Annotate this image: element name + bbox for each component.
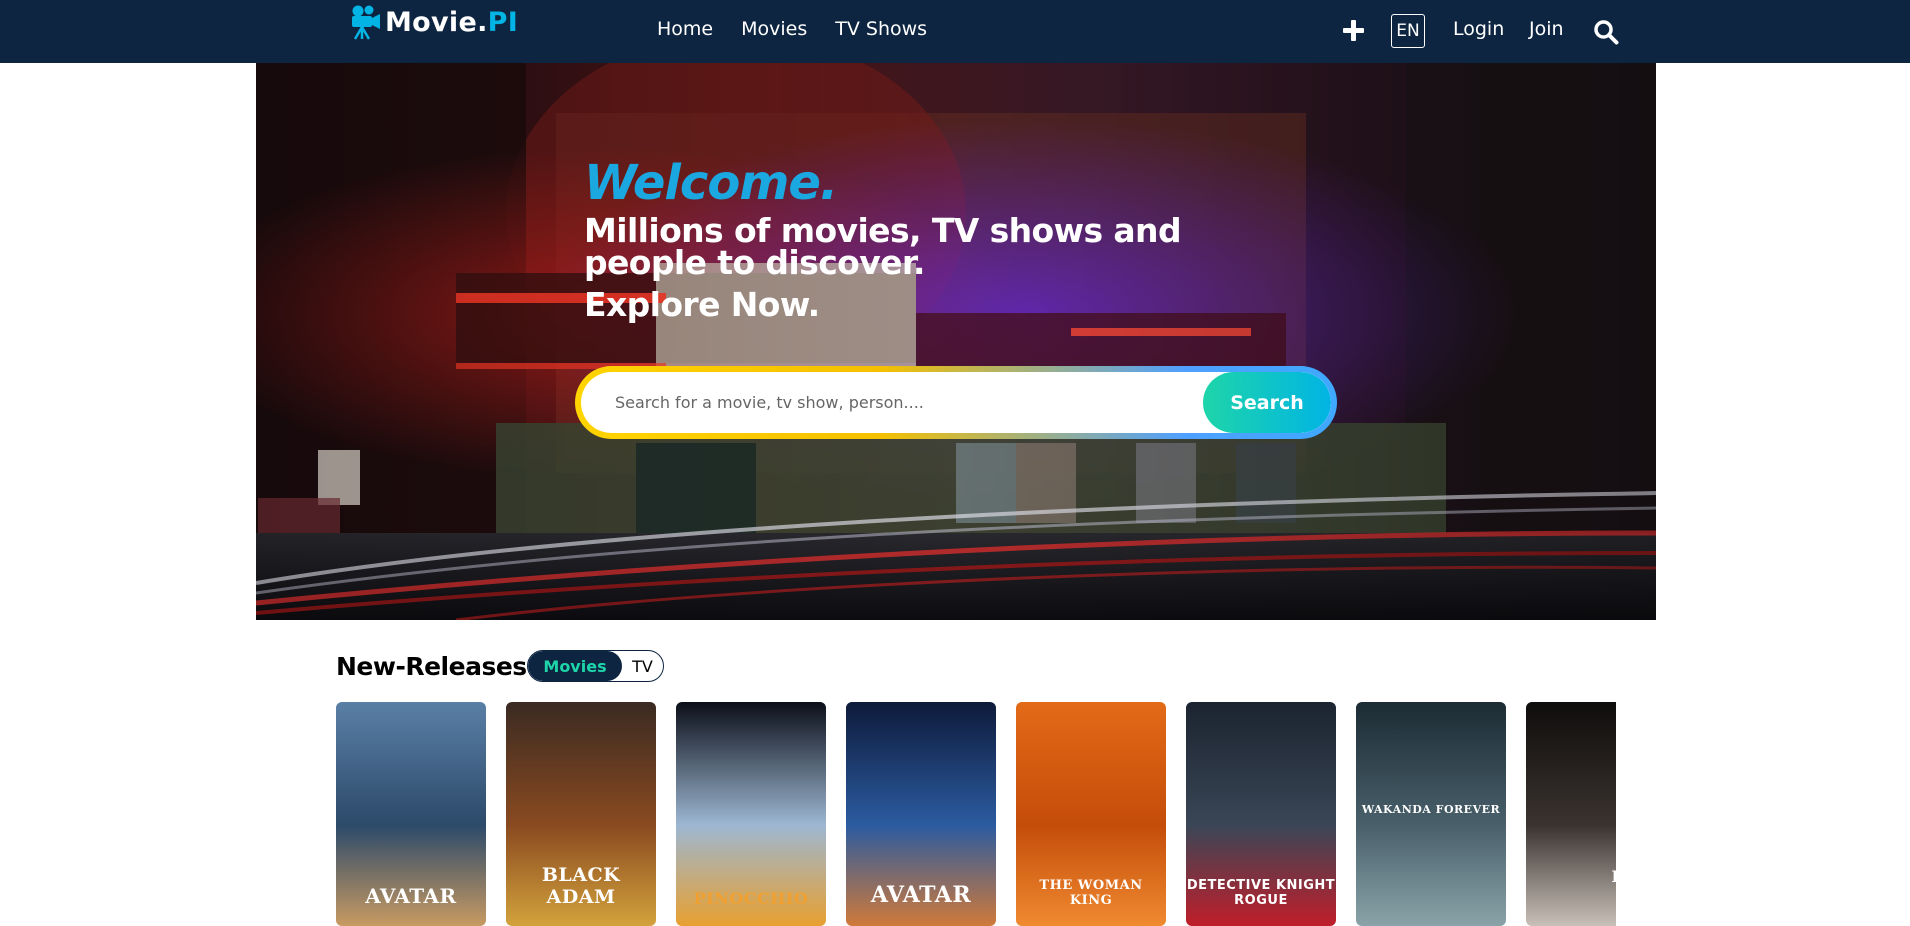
language-button[interactable]: EN (1391, 14, 1425, 48)
section-title-new-releases: New-Releases (336, 652, 527, 681)
poster-card[interactable]: DETECTIVE KNIGHT ROGUE (1186, 702, 1336, 926)
toggle-tv[interactable]: TV (622, 651, 663, 681)
toggle-movies[interactable]: Movies (528, 651, 622, 681)
nav-home[interactable]: Home (657, 18, 713, 40)
search-icon[interactable] (1593, 19, 1619, 45)
main-nav: Home Movies TV Shows (657, 18, 955, 40)
movie-camera-icon (349, 4, 381, 40)
search-input[interactable] (581, 372, 1201, 433)
add-icon[interactable] (1343, 20, 1364, 41)
poster-card[interactable]: PR DR (1526, 702, 1616, 926)
hero-search-bar: Search (575, 366, 1337, 439)
logo-text: Movie.PI (385, 6, 519, 38)
hero-welcome: Welcome. (584, 155, 838, 211)
poster-title: DETECTIVE KNIGHT ROGUE (1186, 878, 1336, 908)
poster-card[interactable]: THE WOMAN KING (1016, 702, 1166, 926)
search-field-container: Search (581, 372, 1331, 433)
poster-card[interactable]: AVATAR (846, 702, 996, 926)
top-navbar: Movie.PI Home Movies TV Shows EN Login J… (0, 0, 1910, 63)
poster-title: BLACK ADAM (541, 864, 621, 908)
media-type-toggle: Movies TV (527, 650, 664, 682)
poster-title: THE WOMAN KING (1039, 878, 1143, 908)
poster-title: WAKANDA FOREVER (1361, 803, 1501, 816)
search-button[interactable]: Search (1203, 372, 1331, 433)
new-releases-carousel: AVATAR BLACK ADAM PINOCCHIO AVATAR THE W… (336, 702, 1616, 926)
hero-text: Welcome. Millions of movies, TV shows an… (584, 155, 1344, 323)
site-logo[interactable]: Movie.PI (349, 3, 518, 41)
poster-title: PINOCCHIO (693, 889, 809, 908)
poster-title: AVATAR (870, 882, 972, 908)
hero-explore: Explore Now. (584, 285, 820, 324)
poster-card[interactable]: WAKANDA FOREVER (1356, 702, 1506, 926)
poster-title: PR DR (1526, 867, 1616, 886)
hero-banner: Welcome. Millions of movies, TV shows an… (256, 63, 1656, 620)
hero-overlay (256, 63, 1656, 620)
login-link[interactable]: Login (1453, 18, 1504, 40)
nav-movies[interactable]: Movies (741, 18, 807, 40)
join-link[interactable]: Join (1529, 18, 1564, 40)
poster-title: AVATAR (365, 884, 457, 908)
poster-card[interactable]: AVATAR (336, 702, 486, 926)
poster-card[interactable]: PINOCCHIO (676, 702, 826, 926)
poster-card[interactable]: BLACK ADAM (506, 702, 656, 926)
nav-tv-shows[interactable]: TV Shows (835, 18, 927, 40)
hero-tagline: Millions of movies, TV shows and people … (584, 211, 1182, 282)
